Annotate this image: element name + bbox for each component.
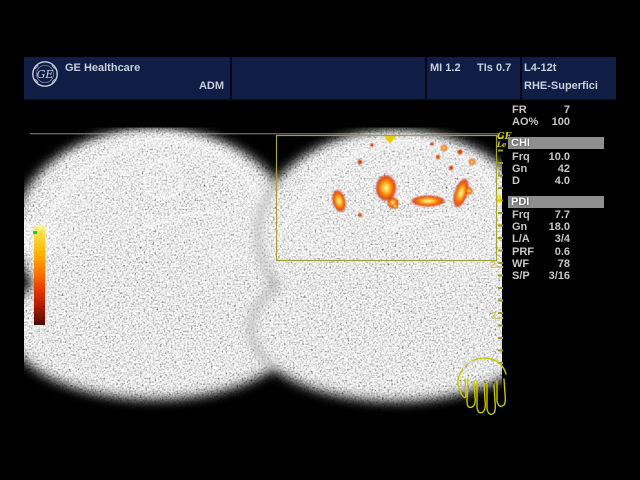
b-mode-image-left <box>24 130 299 398</box>
probe-name: L4-12t <box>524 62 556 74</box>
pdi-gn-row: Gn 18.0 <box>512 221 570 233</box>
pdi-sp-value: 3/16 <box>549 270 570 282</box>
svg-text:GE: GE <box>37 68 54 81</box>
chi-gn-value: 42 <box>558 163 570 175</box>
pdi-sp-label: S/P <box>512 270 530 282</box>
pdi-sp-row: S/P 3/16 <box>512 270 570 282</box>
fr-label: FR <box>512 104 527 116</box>
header-divider <box>425 57 427 99</box>
header-bar: GE GE Healthcare ADM MI 1.2 TIs 0.7 L4-1… <box>24 57 616 100</box>
skin-surface-line <box>30 133 498 134</box>
pdi-mode-header[interactable]: PDI <box>508 196 604 208</box>
chi-d-label: D <box>512 175 520 187</box>
bone-contour <box>144 161 182 199</box>
chi-d-row: D 4.0 <box>512 175 570 187</box>
tis-readout: TIs 0.7 <box>477 62 511 74</box>
chi-frq-label: Frq <box>512 151 530 163</box>
ultrasound-dual-image <box>24 100 502 430</box>
chi-mode-header[interactable]: CHI <box>508 137 604 149</box>
pdi-frq-row: Frq 7.7 <box>512 209 570 221</box>
chi-frq-value: 10.0 <box>549 151 570 163</box>
focus-zone-marker[interactable]: II <box>496 192 501 206</box>
mi-readout: MI 1.2 <box>430 62 461 74</box>
operator-id: ADM <box>164 80 224 92</box>
pdi-wf-row: WF 78 <box>512 258 570 270</box>
anechoic-vessel-dot <box>113 155 123 165</box>
ge-logo-icon: GE <box>31 60 59 88</box>
brand-label: GE Healthcare <box>65 62 140 74</box>
chi-d-value: 4.0 <box>555 175 570 187</box>
pdi-gn-value: 18.0 <box>549 221 570 233</box>
body-marker-hand-icon[interactable] <box>452 348 516 420</box>
pdi-wf-label: WF <box>512 258 529 270</box>
depth-ruler <box>498 137 503 370</box>
depth-major-tick <box>497 266 503 268</box>
chi-gn-row: Gn 42 <box>512 163 570 175</box>
chi-gn-label: Gn <box>512 163 527 175</box>
preset-name: RHE-Superfici <box>524 80 598 92</box>
depth-label-2: 2 <box>487 260 496 271</box>
depth-label-3: 3 <box>487 311 496 322</box>
ultrasound-screen: GE GE Healthcare ADM MI 1.2 TIs 0.7 L4-1… <box>0 0 640 480</box>
fr-row: FR 7 <box>512 104 570 116</box>
pdi-prf-label: PRF <box>512 246 534 258</box>
ao-value: 100 <box>552 116 570 128</box>
pdi-gn-label: Gn <box>512 221 527 233</box>
pdi-frq-label: Frq <box>512 209 530 221</box>
color-bar-baseline-marker <box>33 231 37 234</box>
pdi-prf-value: 0.6 <box>555 246 570 258</box>
pdi-la-value: 3/4 <box>555 233 570 245</box>
doppler-color-bar <box>34 225 45 325</box>
fr-value: 7 <box>564 104 570 116</box>
pdi-la-label: L/A <box>512 233 530 245</box>
pdi-frq-value: 7.7 <box>555 209 570 221</box>
header-divider <box>520 57 522 99</box>
pdi-la-row: L/A 3/4 <box>512 233 570 245</box>
depth-major-tick <box>497 317 503 319</box>
header-divider <box>230 57 232 99</box>
pdi-wf-value: 78 <box>558 258 570 270</box>
chi-frq-row: Frq 10.0 <box>512 151 570 163</box>
ao-label: AO% <box>512 116 538 128</box>
ao-row: AO% 100 <box>512 116 570 128</box>
pdi-prf-row: PRF 0.6 <box>512 246 570 258</box>
